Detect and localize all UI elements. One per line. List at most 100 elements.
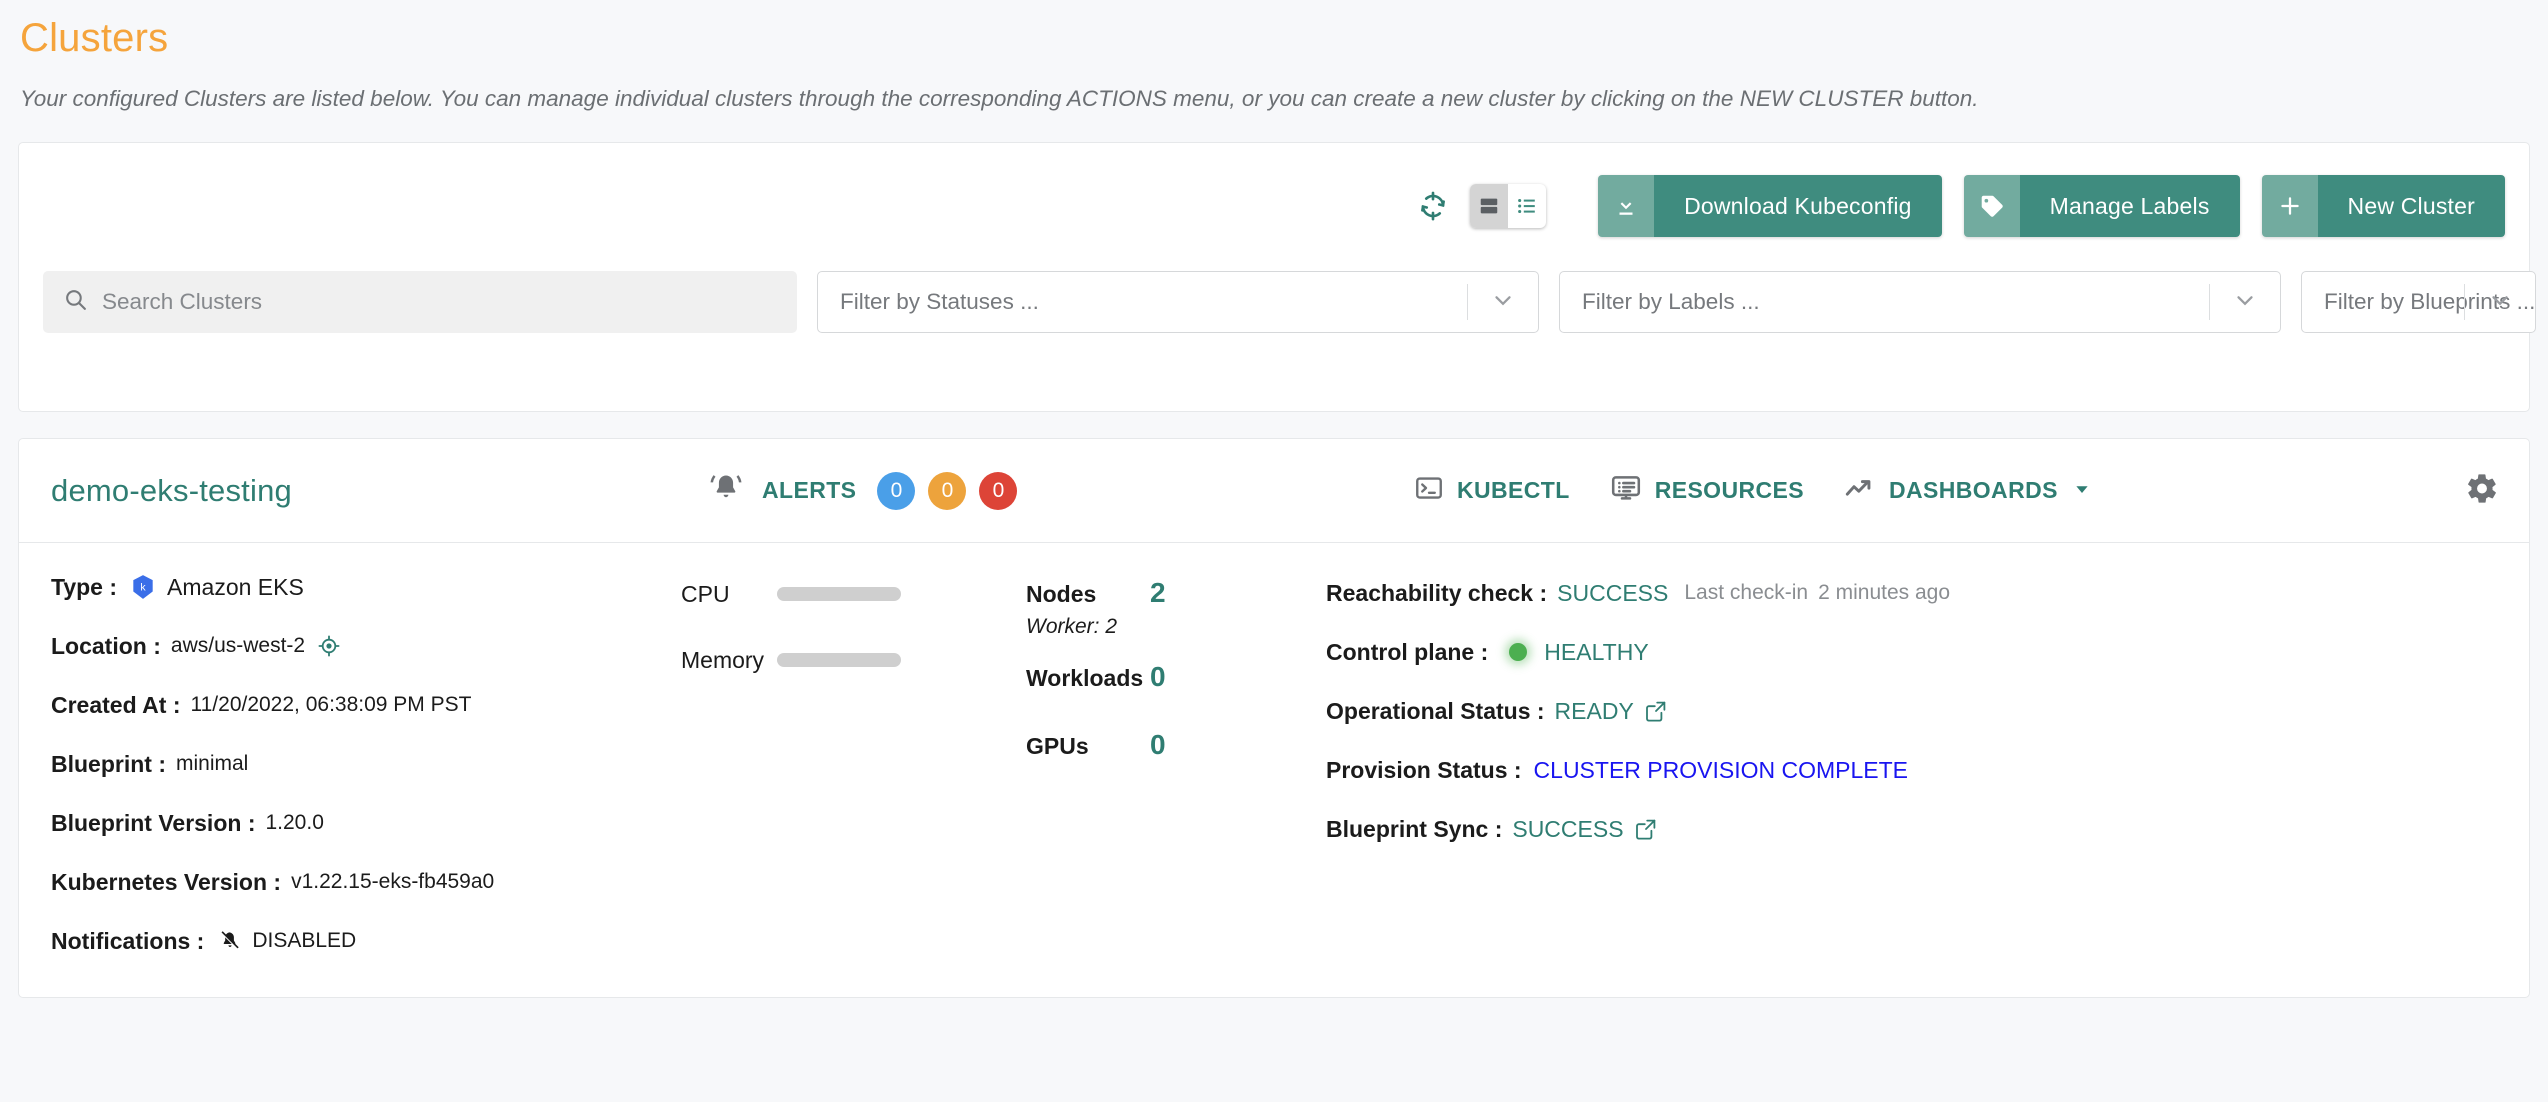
memory-usage-row: Memory xyxy=(681,643,1026,677)
select-divider xyxy=(2209,284,2210,320)
reachability-value: SUCCESS xyxy=(1557,579,1669,606)
search-icon xyxy=(63,287,88,317)
nodes-label: Nodes xyxy=(1026,581,1097,607)
counts-spacer xyxy=(1026,699,1326,729)
filter-statuses-select[interactable]: Filter by Statuses ... xyxy=(817,271,1539,333)
kubernetes-logo-icon: k xyxy=(129,573,157,601)
bell-off-icon xyxy=(218,929,242,953)
blueprint-sync-key: Blueprint Sync : xyxy=(1326,815,1503,842)
detail-type: Type : k Amazon EKS xyxy=(51,569,681,605)
cluster-card: demo-eks-testing ALERTS 0 0 0 KUBECTL RE… xyxy=(18,438,2530,998)
gpus-row: GPUs 0 xyxy=(1026,729,1326,761)
plus-icon xyxy=(2261,175,2318,237)
cluster-card-header: demo-eks-testing ALERTS 0 0 0 KUBECTL RE… xyxy=(19,439,2529,543)
detail-created-at-value: 11/20/2022, 06:38:09 PM PST xyxy=(190,693,472,716)
detail-location: Location : aws/us-west-2 xyxy=(51,628,681,664)
dashboards-action[interactable]: DASHBOARDS xyxy=(1844,472,2091,510)
filters-row: Filter by Statuses ... Filter by Labels … xyxy=(43,271,2537,333)
filter-blueprints-select[interactable]: Filter by Blueprints ... xyxy=(2301,271,2537,333)
filter-labels-select[interactable]: Filter by Labels ... xyxy=(1559,271,2281,333)
alert-badge-info[interactable]: 0 xyxy=(877,471,916,510)
resources-label: RESOURCES xyxy=(1654,477,1804,503)
cluster-usage-column: CPU Memory xyxy=(681,569,1026,982)
chevron-down-icon[interactable] xyxy=(2232,287,2258,318)
caret-down-icon[interactable] xyxy=(2073,477,2091,504)
svg-text:k: k xyxy=(140,582,146,594)
workloads-label: Workloads xyxy=(1026,665,1144,691)
alert-badge-critical[interactable]: 0 xyxy=(979,471,1018,510)
bell-ring-icon xyxy=(709,471,743,510)
provision-status-key: Provision Status : xyxy=(1326,756,1522,783)
detail-blueprint-version: Blueprint Version : 1.20.0 xyxy=(51,805,681,841)
detail-blueprint: Blueprint : minimal xyxy=(51,746,681,782)
cluster-card-body: Type : k Amazon EKS Location : aws/us-we… xyxy=(19,543,2529,982)
resources-action[interactable]: RESOURCES xyxy=(1610,472,1804,510)
gear-icon xyxy=(2465,473,2499,509)
detail-location-value: aws/us-west-2 xyxy=(170,634,306,657)
reachability-time: 2 minutes ago xyxy=(1818,581,1951,604)
detail-kubernetes-version: Kubernetes Version : v1.22.15-eks-fb459a… xyxy=(51,864,681,900)
cluster-counts-column: Nodes 2 Worker: 2 Workloads 0 GPUs 0 xyxy=(1026,569,1326,982)
detail-notifications-key: Notifications : xyxy=(51,927,205,954)
page-title: Clusters xyxy=(20,16,169,60)
tag-icon xyxy=(1963,175,2020,237)
control-plane-value: HEALTHY xyxy=(1544,638,1649,665)
kubectl-action[interactable]: KUBECTL xyxy=(1414,473,1570,509)
clusters-page: Clusters Your configured Clusters are li… xyxy=(0,0,2548,1102)
manage-labels-button[interactable]: Manage Labels xyxy=(1963,175,2240,237)
detail-notifications: Notifications : DISABLED xyxy=(51,923,681,959)
memory-label: Memory xyxy=(681,646,765,673)
reachability-key: Reachability check : xyxy=(1326,579,1548,606)
new-cluster-label: New Cluster xyxy=(2317,175,2505,237)
search-clusters-box[interactable] xyxy=(43,271,797,333)
cluster-name-link[interactable]: demo-eks-testing xyxy=(51,473,292,509)
search-input[interactable] xyxy=(102,289,777,315)
detail-blueprint-version-value: 1.20.0 xyxy=(265,811,324,834)
select-divider xyxy=(2464,284,2466,320)
monitor-list-icon xyxy=(1610,472,1642,510)
chevron-down-icon[interactable] xyxy=(2487,287,2513,318)
view-mode-toggle[interactable] xyxy=(1470,184,1547,228)
detail-created-at-key: Created At : xyxy=(51,691,181,718)
manage-labels-label: Manage Labels xyxy=(2019,175,2240,237)
cluster-header-actions: KUBECTL RESOURCES DASHBOARDS xyxy=(1414,472,2131,510)
cluster-details-column: Type : k Amazon EKS Location : aws/us-we… xyxy=(51,569,681,982)
detail-location-key: Location : xyxy=(51,632,161,659)
cpu-label: CPU xyxy=(681,580,730,607)
chevron-down-icon[interactable] xyxy=(1490,287,1516,318)
alerts-group: ALERTS 0 0 0 xyxy=(709,471,1018,510)
gpus-label: GPUs xyxy=(1026,733,1089,759)
download-icon xyxy=(1598,175,1655,237)
provision-status-row: Provision Status : CLUSTER PROVISION COM… xyxy=(1326,752,2499,788)
filter-statuses-label: Filter by Statuses ... xyxy=(840,289,1039,314)
control-plane-key: Control plane : xyxy=(1326,638,1489,665)
card-view-icon[interactable] xyxy=(1470,184,1509,228)
location-target-icon[interactable] xyxy=(317,634,341,658)
nodes-row: Nodes 2 xyxy=(1026,577,1326,609)
external-link-icon[interactable] xyxy=(1634,817,1658,841)
nodes-value: 2 xyxy=(1150,577,1166,608)
detail-kubernetes-version-value: v1.22.15-eks-fb459a0 xyxy=(291,870,495,893)
dashboards-label: DASHBOARDS xyxy=(1888,477,2058,503)
detail-type-key: Type : xyxy=(51,573,118,600)
workloads-value: 0 xyxy=(1150,661,1166,692)
list-view-icon[interactable] xyxy=(1508,184,1546,228)
download-kubeconfig-button[interactable]: Download Kubeconfig xyxy=(1598,175,1942,237)
alert-badge-warning[interactable]: 0 xyxy=(928,471,967,510)
cluster-settings-button[interactable] xyxy=(2465,471,2499,510)
new-cluster-button[interactable]: New Cluster xyxy=(2261,175,2505,237)
toolbar-actions: Download Kubeconfig Manage Labels New Cl… xyxy=(43,167,2505,245)
status-dot-icon xyxy=(1506,640,1530,664)
detail-notifications-value: DISABLED xyxy=(252,929,357,952)
provision-status-value[interactable]: CLUSTER PROVISION COMPLETE xyxy=(1534,757,1908,784)
external-link-icon[interactable] xyxy=(1644,699,1668,723)
detail-type-value: Amazon EKS xyxy=(167,573,304,600)
blueprint-sync-value: SUCCESS xyxy=(1512,815,1624,842)
refresh-icon[interactable] xyxy=(1410,183,1456,229)
alerts-label: ALERTS xyxy=(762,477,857,503)
operational-status-value: READY xyxy=(1554,697,1634,724)
control-plane-row: Control plane : HEALTHY xyxy=(1326,634,2499,670)
operational-status-key: Operational Status : xyxy=(1326,697,1545,724)
blueprint-sync-row: Blueprint Sync : SUCCESS xyxy=(1326,811,2499,847)
terminal-icon xyxy=(1414,473,1444,509)
